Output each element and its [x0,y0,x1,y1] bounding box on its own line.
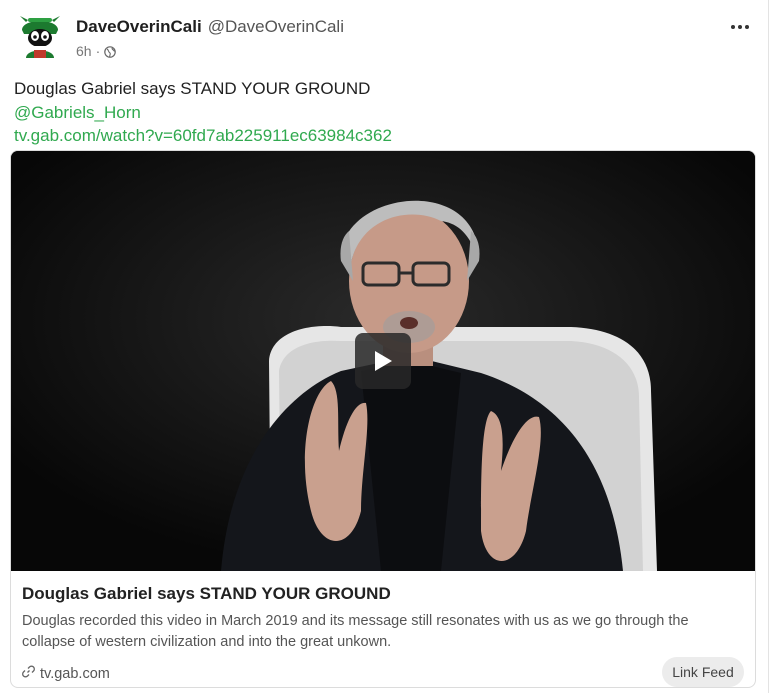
post-body: Douglas Gabriel says STAND YOUR GROUND @… [14,77,392,148]
video-thumbnail[interactable] [11,151,755,571]
author-handle[interactable]: @DaveOverinCali [208,17,344,36]
author-name[interactable]: DaveOverinCali [76,17,202,36]
play-button[interactable] [355,333,411,389]
card-title[interactable]: Douglas Gabriel says STAND YOUR GROUND [22,584,391,604]
card-description: Douglas recorded this video in March 201… [22,613,689,650]
post: DaveOverinCali @DaveOverinCali 6h · Dougl… [0,0,769,693]
card-domain-text: tv.gab.com [40,665,110,682]
play-icon [375,351,392,371]
mention-link[interactable]: @Gabriels_Horn [14,101,392,125]
globe-icon [104,45,117,58]
link-icon [22,665,35,682]
timestamp[interactable]: 6h [76,43,92,59]
more-options-icon[interactable] [728,16,752,38]
meta-separator: · [95,43,101,59]
post-text: Douglas Gabriel says STAND YOUR GROUND [14,79,371,98]
post-meta: 6h · [76,43,117,59]
avatar[interactable] [18,12,62,62]
card-domain[interactable]: tv.gab.com [22,665,110,682]
link-card[interactable]: Douglas Gabriel says STAND YOUR GROUND D… [10,150,756,688]
dot [731,25,735,29]
link-feed-button[interactable]: Link Feed [662,657,744,687]
dot [745,25,749,29]
url-link[interactable]: tv.gab.com/watch?v=60fd7ab225911ec63984c… [14,124,392,148]
author: DaveOverinCali @DaveOverinCali [76,17,344,37]
dot [738,25,742,29]
